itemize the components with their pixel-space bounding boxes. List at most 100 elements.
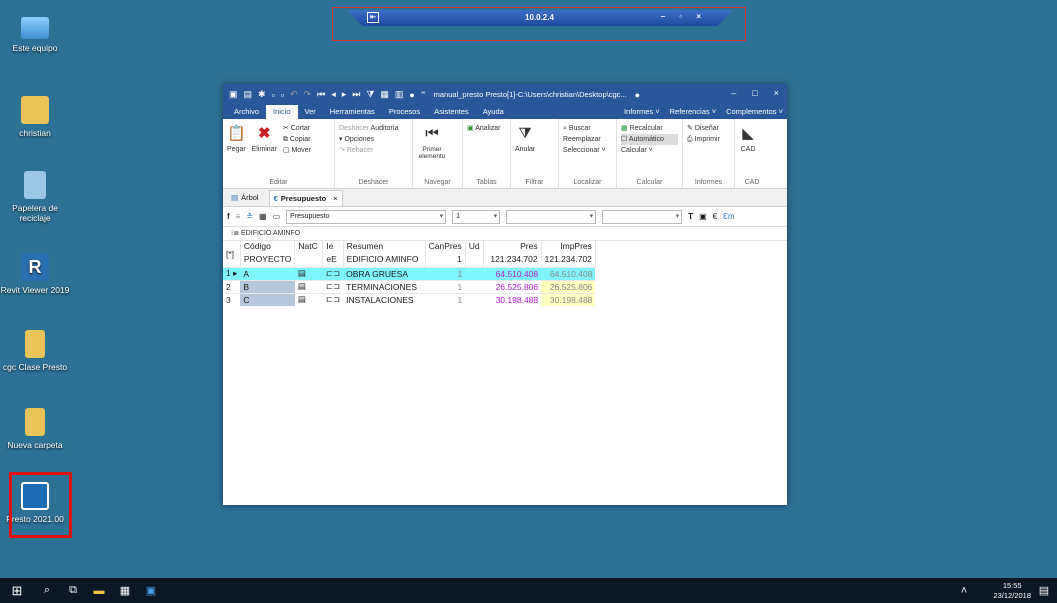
insert-icon[interactable]: ≛ xyxy=(246,212,253,221)
eliminar-button[interactable]: ✖ Eliminar xyxy=(252,123,277,153)
col-canpres[interactable]: CanPres xyxy=(425,241,466,254)
lines-icon[interactable]: ≡ xyxy=(236,212,241,221)
start-button[interactable]: ⊞ xyxy=(0,578,34,603)
notifications-icon[interactable]: ▤ xyxy=(1031,578,1057,603)
save-icon[interactable]: ▣ xyxy=(229,89,238,100)
reemplazar-button[interactable]: Reemplazar xyxy=(563,134,612,145)
col-ud[interactable]: Ud xyxy=(465,241,484,254)
remote-tab[interactable]: ⇤ 10.0.2.4 – ▫ × xyxy=(347,10,733,26)
prev-icon[interactable]: ◂ xyxy=(331,89,336,100)
user-icon[interactable]: ● xyxy=(635,90,640,100)
folder-icon xyxy=(25,408,45,436)
search-icon[interactable]: ⌕ xyxy=(34,578,60,603)
view-select[interactable]: Presupuesto xyxy=(286,209,447,224)
opciones-button[interactable]: ▾ Opciones xyxy=(339,134,408,145)
tray-chevron-icon[interactable]: ˄ xyxy=(951,578,977,603)
minimize-button[interactable]: – xyxy=(731,88,736,98)
cortar-button[interactable]: ✂ Cortar xyxy=(283,123,311,134)
calculator-icon[interactable]: ▦ xyxy=(112,578,138,603)
col-codigo[interactable]: Código xyxy=(240,241,296,254)
menu-informes[interactable]: Informes ˅ xyxy=(624,105,660,119)
close-tab-icon[interactable]: × xyxy=(333,194,337,203)
rehacer-button[interactable]: ↷ Rehacer xyxy=(339,145,408,156)
table-row[interactable]: 3 C ▤ ⊏⊐ INSTALACIONES 1 30.198.488 30.1… xyxy=(223,292,596,306)
seleccionar-button[interactable]: Seleccionar ˅ xyxy=(563,145,612,156)
filter-select-2[interactable] xyxy=(602,209,683,224)
calc-icon[interactable]: ▤ xyxy=(244,89,253,100)
desktop-icon-christian[interactable]: christian xyxy=(0,96,70,138)
filter-select-1[interactable] xyxy=(506,209,597,224)
last-icon[interactable]: ⏭ xyxy=(352,89,360,100)
cad-button[interactable]: ◣ CAD xyxy=(739,123,757,153)
titlebar: ▣ ▤ ✱ ▫ ▫ ↶ ↷ ⏮ ◂ ▸ ⏭ ⧩ ▦ ▥ ● ⁼ manual_p… xyxy=(223,84,787,105)
recalcular-button[interactable]: ▦ Recalcular xyxy=(621,123,678,134)
col-resumen[interactable]: Resumen xyxy=(343,241,426,254)
disenar-button[interactable]: ✎ Diseñar xyxy=(687,123,730,134)
col-imppres[interactable]: ImpPres xyxy=(541,241,596,254)
menu-ayuda[interactable]: Ayuda xyxy=(476,105,511,119)
tab-presupuesto[interactable]: € Presupuesto × xyxy=(268,189,343,206)
presto-taskbar-icon[interactable]: ▣ xyxy=(138,578,164,603)
desktop-icon-papelera[interactable]: Papelera de reciclaje xyxy=(0,171,70,223)
image-icon[interactable]: ▣ xyxy=(699,212,707,221)
fx-icon[interactable]: f xyxy=(227,212,230,221)
table-row[interactable]: 2 B ▤ ⊏⊐ TERMINACIONES 1 26.525.806 26.5… xyxy=(223,279,596,293)
copy-icon[interactable]: ▫ xyxy=(281,90,284,100)
desktop-icon-nueva-carpeta[interactable]: Nueva carpeta xyxy=(0,408,70,450)
window-title: manual_presto Presto[1]-C:\Users\christi… xyxy=(433,90,627,99)
new-icon[interactable]: ▫ xyxy=(272,90,275,100)
maximize-button[interactable]: □ xyxy=(752,88,757,98)
menu-ver[interactable]: Ver xyxy=(298,105,323,119)
level-select[interactable]: 1 xyxy=(452,209,501,224)
automatico-toggle[interactable]: ☐ Automático xyxy=(621,134,678,145)
col-ie[interactable]: Ie xyxy=(322,241,344,254)
euro-icon[interactable]: € xyxy=(713,212,717,221)
system-clock[interactable]: 15:55 23/12/2018 xyxy=(993,581,1031,601)
menu-procesos[interactable]: Procesos xyxy=(382,105,427,119)
close-button[interactable]: × xyxy=(774,88,779,98)
menu-asistentes[interactable]: Asistentes xyxy=(427,105,476,119)
copiar-button[interactable]: ⧉ Copiar xyxy=(283,134,311,145)
table-root-row[interactable]: PROYECTO eE EDIFICIO AMINFO 1 121.234.70… xyxy=(223,254,596,267)
report-icon[interactable]: ▥ xyxy=(395,89,404,100)
table-row[interactable]: 1 ▸ A ▤ ⊏⊐ OBRA GRUESA 1 64.510.408 64.5… xyxy=(223,266,596,280)
primer-elemento-button[interactable]: ⏮ Primer elemento xyxy=(417,123,447,160)
table-header: [*] Código NatC Ie Resumen CanPres Ud Pr… xyxy=(223,241,596,267)
menu-herramientas[interactable]: Herramientas xyxy=(323,105,382,119)
imprimir-button[interactable]: ⎙ Imprimir xyxy=(687,134,730,145)
next-icon[interactable]: ▸ xyxy=(342,89,347,100)
tab-arbol[interactable]: ▤ Árbol xyxy=(227,190,263,206)
desktop-icon-cgc-clase[interactable]: cgc Clase Presto xyxy=(0,330,70,372)
measure-icon[interactable]: Ɛm xyxy=(723,212,735,221)
calcular-button[interactable]: Calcular ˅ xyxy=(621,145,678,156)
redo-icon[interactable]: ↷ xyxy=(304,89,312,100)
pin-icon[interactable]: ⇤ xyxy=(367,12,379,23)
first-icon[interactable]: ⏮ xyxy=(317,89,325,100)
desktop-icon-este-equipo[interactable]: Este equipo xyxy=(0,17,70,53)
menu-complementos[interactable]: Complementos ˅ xyxy=(726,105,783,119)
help-icon[interactable]: ● xyxy=(409,90,414,100)
deshacer-button[interactable]: Deshacer Auditoría xyxy=(339,123,408,134)
remote-window-controls[interactable]: – ▫ × xyxy=(661,12,707,21)
mover-button[interactable]: ▢ Mover xyxy=(283,145,311,156)
gear-icon[interactable]: ✱ xyxy=(258,89,266,100)
col-pres[interactable]: Pres xyxy=(483,241,542,254)
filter-icon[interactable]: ⧩ xyxy=(366,89,374,100)
folder-up-icon[interactable]: ▭ xyxy=(273,212,281,221)
more-icon[interactable]: ⁼ xyxy=(421,89,426,100)
desktop-icon-revit[interactable]: R Revit Viewer 2019 xyxy=(0,253,70,295)
column-icon[interactable]: ▦ xyxy=(259,212,267,221)
text-icon[interactable]: T xyxy=(688,212,693,221)
menu-archivo[interactable]: Archivo xyxy=(227,105,266,119)
col-natc[interactable]: NatC xyxy=(294,241,324,254)
undo-icon[interactable]: ↶ xyxy=(290,89,298,100)
menu-inicio[interactable]: Inicio xyxy=(266,105,298,119)
menu-referencias[interactable]: Referencias ˅ xyxy=(670,105,716,119)
analizar-button[interactable]: ▣ Analizar xyxy=(467,123,506,134)
task-view-icon[interactable]: ⧉ xyxy=(60,578,86,603)
anular-button[interactable]: ⧩ Anular xyxy=(515,123,535,153)
buscar-button[interactable]: ⌕ Buscar xyxy=(563,123,612,134)
table-icon[interactable]: ▦ xyxy=(380,89,389,100)
file-explorer-icon[interactable]: ▬ xyxy=(86,578,112,603)
pegar-button[interactable]: 📋 Pegar xyxy=(227,123,246,153)
